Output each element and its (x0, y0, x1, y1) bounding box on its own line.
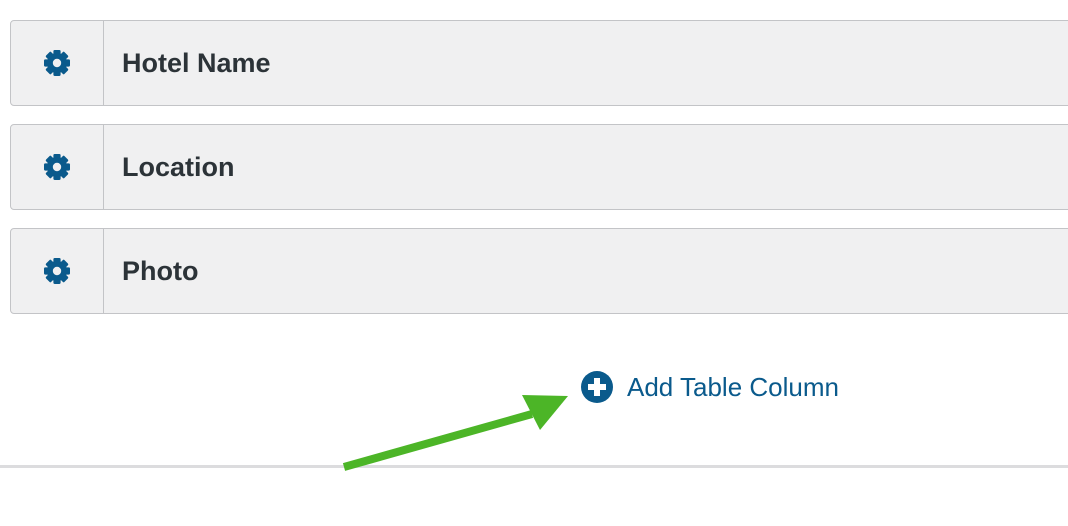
gear-icon (44, 154, 70, 180)
gear-icon (44, 50, 70, 76)
column-settings-button[interactable] (11, 125, 104, 209)
add-table-column-button[interactable]: Add Table Column (580, 370, 839, 404)
table-columns-list: Hotel Name Location Photo (10, 20, 1068, 332)
column-row-location[interactable]: Location (10, 124, 1068, 210)
column-row-hotel-name[interactable]: Hotel Name (10, 20, 1068, 106)
column-label: Location (122, 151, 235, 182)
add-table-column-label: Add Table Column (627, 371, 839, 402)
column-settings-button[interactable] (11, 21, 104, 105)
section-divider (0, 465, 1068, 468)
column-label: Photo (122, 255, 199, 286)
column-row-photo[interactable]: Photo (10, 228, 1068, 314)
column-settings-button[interactable] (11, 229, 104, 313)
gear-icon (44, 258, 70, 284)
column-label: Hotel Name (122, 47, 271, 78)
plus-circle-icon (581, 371, 613, 403)
